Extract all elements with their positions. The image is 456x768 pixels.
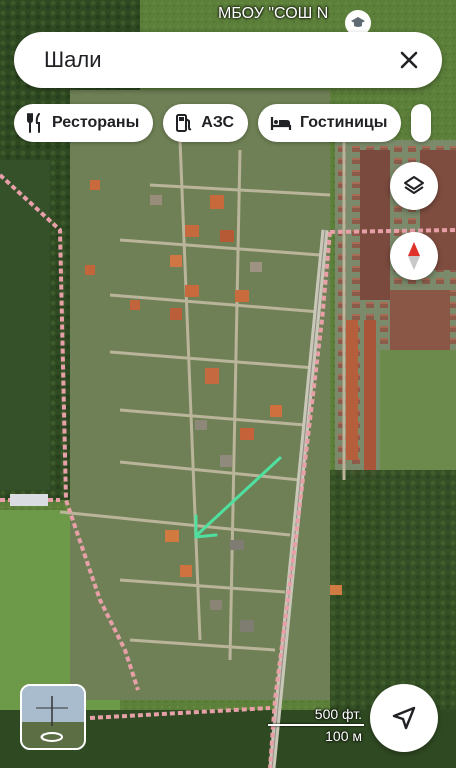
chip-label: АЗС [201,114,234,131]
chip-label: Рестораны [52,114,140,131]
category-chips: Рестораны АЗС Гостиницы [14,104,432,142]
gas-station-icon [176,114,192,132]
chip-label: Гостиницы [300,114,388,131]
restaurant-icon [27,113,40,133]
navigation-arrow-icon [392,706,416,730]
hotel-icon [270,117,292,130]
scale-bar [268,724,364,726]
forest-strip [0,160,50,490]
map-scale: 500 фт. 100 м [268,706,368,744]
chip-more[interactable] [411,104,432,142]
layers-button[interactable] [390,162,438,210]
layers-icon [404,176,424,194]
greenhouse [10,494,48,506]
chip-hotels[interactable]: Гостиницы [258,104,402,142]
street-view-thumbnail[interactable] [20,684,86,750]
compass-icon [408,242,420,270]
close-icon[interactable] [394,45,424,75]
my-location-button[interactable] [370,684,438,752]
scale-metric: 100 м [325,728,362,744]
search-input[interactable]: Шали [44,47,394,73]
chip-restaurants[interactable]: Рестораны [14,104,154,142]
poi-label[interactable]: МБОУ "СОШ N [218,5,328,23]
scale-imperial: 500 фт. [314,706,362,722]
chip-gas-stations[interactable]: АЗС [163,104,248,142]
search-bar[interactable]: Шали [14,32,442,88]
compass-button[interactable] [390,232,438,280]
rotate-360-icon [40,732,63,742]
